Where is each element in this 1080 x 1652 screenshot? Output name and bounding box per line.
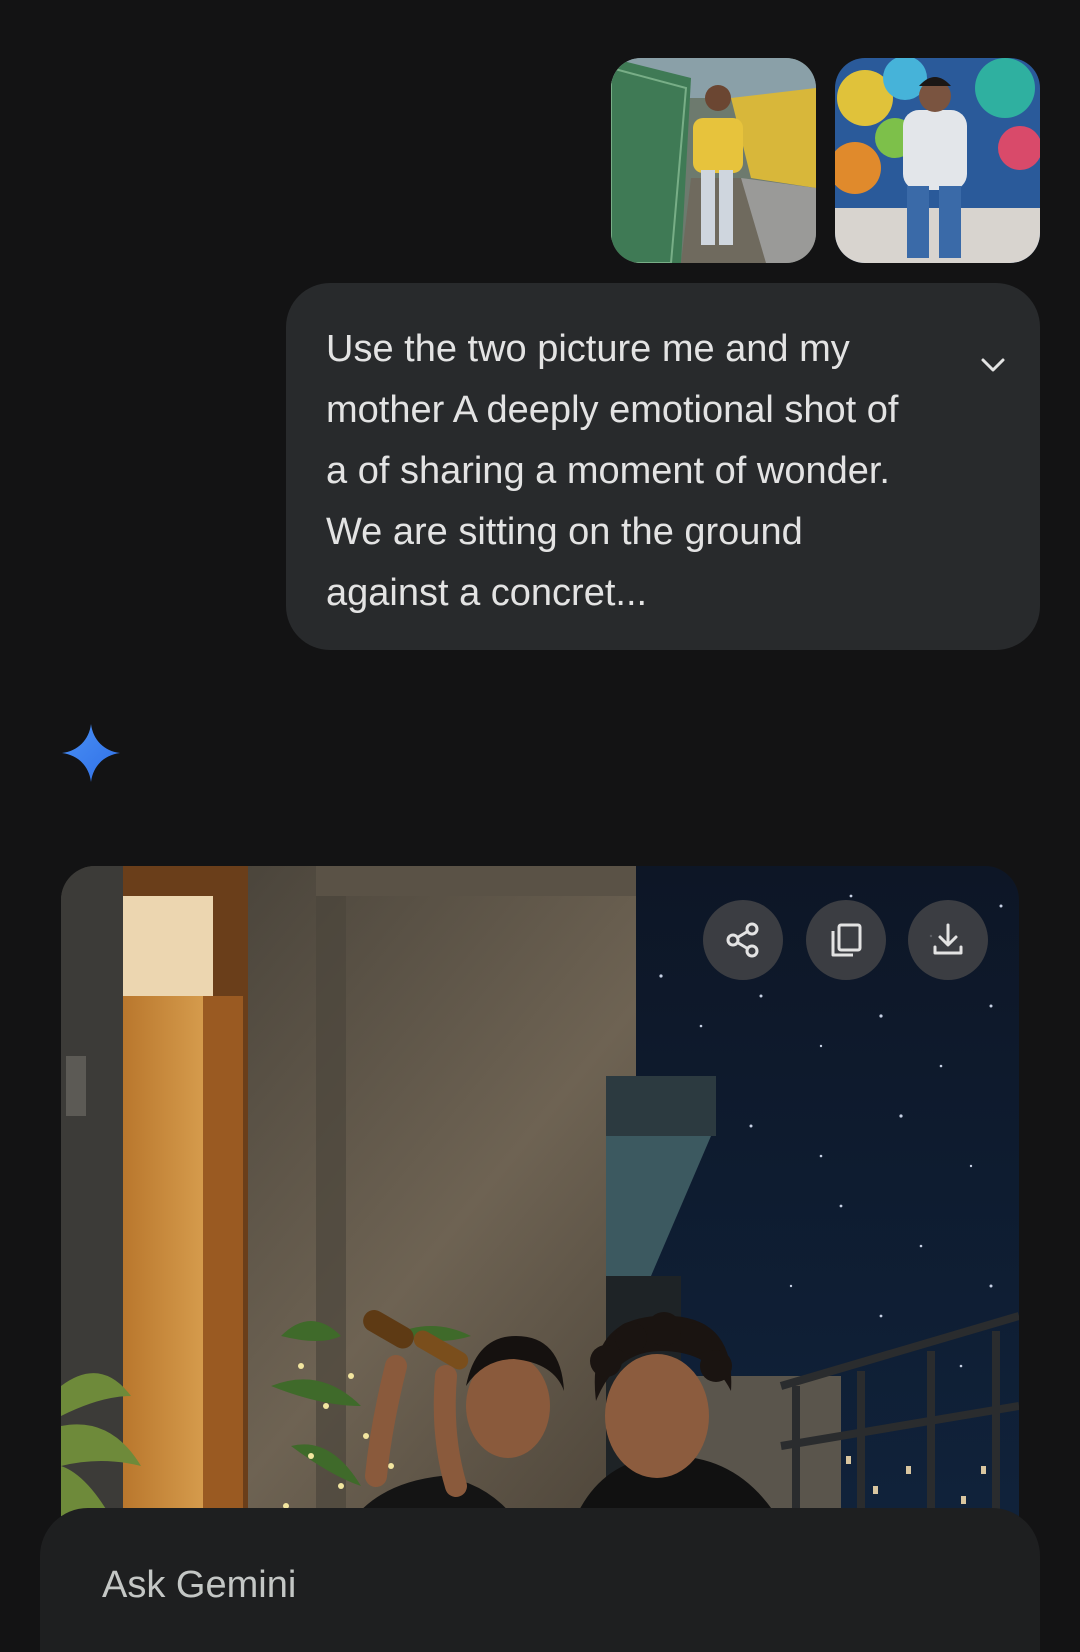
user-prompt-text: Use the two picture me and my mother A d… <box>326 328 899 614</box>
download-button[interactable] <box>908 900 988 980</box>
share-icon <box>726 922 759 958</box>
ask-gemini-input[interactable]: Ask Gemini <box>102 1564 296 1607</box>
photo-icon <box>611 58 816 263</box>
download-icon <box>933 923 963 955</box>
attachment-thumbnail-mother[interactable] <box>611 58 816 263</box>
gemini-spark-icon <box>62 724 120 782</box>
ask-gemini-input-bar[interactable]: Ask Gemini <box>40 1508 1040 1652</box>
chat-screen: Use the two picture me and my mother A d… <box>0 0 1080 1652</box>
photo-icon <box>835 58 1040 263</box>
chevron-down-icon[interactable] <box>978 350 1008 380</box>
user-prompt-bubble[interactable]: Use the two picture me and my mother A d… <box>286 283 1040 650</box>
generated-image[interactable] <box>61 866 1019 1566</box>
copy-icon <box>831 923 862 957</box>
copy-button[interactable] <box>806 900 886 980</box>
generated-scene-image <box>61 866 1019 1566</box>
attachment-thumbnail-son[interactable] <box>835 58 1040 263</box>
share-button[interactable] <box>703 900 783 980</box>
